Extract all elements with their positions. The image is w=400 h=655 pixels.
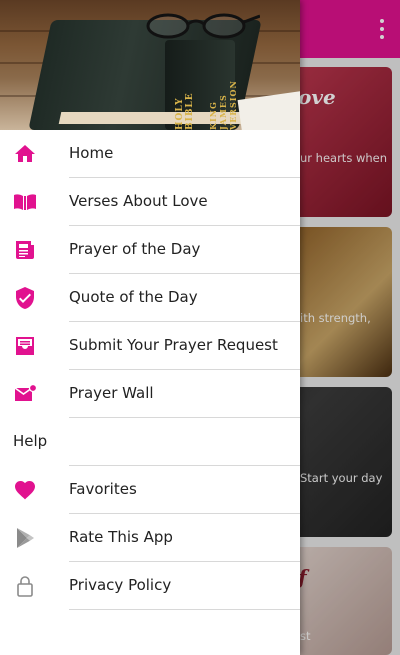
menu-item-label: Favorites [69,480,137,498]
glasses-icon [146,13,260,39]
heart-icon [15,481,35,500]
menu-item-rate-this-app[interactable]: Rate This App [0,514,300,562]
menu-item-label: Submit Your Prayer Request [69,336,278,354]
menu-item-prayer-of-the-day[interactable]: Prayer of the Day [0,226,300,274]
help-section-header: Help [0,418,300,466]
play-store-icon [17,528,34,548]
menu-item-label: Prayer of the Day [69,240,201,258]
menu-item-home[interactable]: Home [0,130,300,178]
drawer-scrim[interactable] [300,0,400,655]
menu-item-submit-prayer-request[interactable]: Submit Your Prayer Request [0,322,300,370]
book-icon [14,194,36,210]
menu-item-label: Verses About Love [69,192,208,210]
menu-item-label: Privacy Policy [69,576,172,594]
lock-icon [17,576,33,597]
menu-item-prayer-wall[interactable]: Prayer Wall [0,370,300,418]
section-header-label: Help [13,432,48,450]
bible-spine-subtext: KING JAMES VERSION [208,80,238,130]
newspaper-icon [16,241,34,259]
navigation-drawer: HOLY BIBLE KING JAMES VERSION Home Verse… [0,0,300,655]
menu-item-label: Quote of the Day [69,288,198,306]
bible-spine-text: HOLY BIBLE [175,92,195,130]
menu-item-favorites[interactable]: Favorites [0,466,300,514]
home-icon [15,145,35,162]
menu-item-label: Prayer Wall [69,384,154,402]
menu-item-verses-about-love[interactable]: Verses About Love [0,178,300,226]
menu-item-label: Home [69,144,114,162]
drawer-header-image: HOLY BIBLE KING JAMES VERSION [0,0,300,130]
menu-item-quote-of-the-day[interactable]: Quote of the Day [0,274,300,322]
menu-item-privacy-policy[interactable]: Privacy Policy [0,562,300,610]
verified-shield-icon [16,287,34,309]
mail-icon [14,383,37,401]
inbox-icon [16,337,34,355]
menu-item-label: Rate This App [69,528,173,546]
drawer-menu: Home Verses About Love Prayer of the Day… [0,130,300,610]
